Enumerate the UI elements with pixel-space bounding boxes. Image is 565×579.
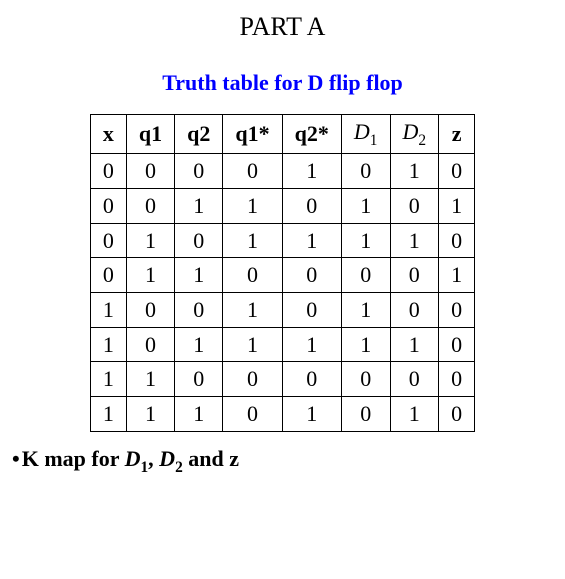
col-q2star: q2* [282,115,341,154]
cell: 1 [90,362,126,397]
cell: 0 [282,258,341,293]
table-row: 0 1 1 0 0 0 0 1 [90,258,474,293]
table-body: 0 0 0 0 1 0 1 0 0 0 1 1 0 1 0 1 0 1 0 1 … [90,154,474,432]
cell: 1 [439,258,475,293]
cell: 1 [341,188,390,223]
cell: 0 [341,397,390,432]
cell: 0 [175,223,223,258]
cell: 1 [341,292,390,327]
cell: 0 [390,362,439,397]
cell: 0 [175,292,223,327]
cell: 1 [126,362,174,397]
cell: 1 [390,327,439,362]
cell: 1 [282,327,341,362]
cell: 0 [223,362,282,397]
cell: 0 [126,154,174,189]
cell: 1 [223,292,282,327]
cell: 0 [90,154,126,189]
cell: 1 [341,223,390,258]
col-q1star: q1* [223,115,282,154]
col-z: z [439,115,475,154]
cell: 0 [175,154,223,189]
cell: 0 [390,292,439,327]
kmap-heading: •K map for D1, D2 and z [12,446,557,476]
cell: 0 [126,327,174,362]
cell: 1 [175,258,223,293]
cell: 0 [90,258,126,293]
table-row: 1 0 1 1 1 1 1 0 [90,327,474,362]
cell: 0 [282,188,341,223]
cell: 0 [282,362,341,397]
cell: 0 [341,154,390,189]
cell: 1 [126,397,174,432]
cell: 1 [390,223,439,258]
cell: 0 [390,258,439,293]
cell: 1 [439,188,475,223]
cell: 0 [282,292,341,327]
cell: 0 [90,223,126,258]
cell: 1 [175,397,223,432]
cell: 0 [439,292,475,327]
table-row: 0 1 0 1 1 1 1 0 [90,223,474,258]
table-row: 0 0 0 0 1 0 1 0 [90,154,474,189]
cell: 1 [223,188,282,223]
truth-table: x q1 q2 q1* q2* D1 D2 z 0 0 0 0 1 0 1 0 … [90,114,475,432]
cell: 0 [341,258,390,293]
cell: 0 [90,188,126,223]
cell: 0 [126,188,174,223]
table-row: 1 0 0 1 0 1 0 0 [90,292,474,327]
truth-table-title: Truth table for D flip flop [8,70,557,96]
part-title: PART A [8,12,557,42]
cell: 0 [341,362,390,397]
cell: 1 [90,397,126,432]
bullet-icon: • [12,446,20,471]
cell: 1 [90,292,126,327]
cell: 1 [126,223,174,258]
cell: 1 [223,327,282,362]
cell: 1 [390,397,439,432]
cell: 1 [341,327,390,362]
col-x: x [90,115,126,154]
col-q2: q2 [175,115,223,154]
cell: 0 [223,154,282,189]
cell: 1 [282,397,341,432]
table-row: 1 1 1 0 1 0 1 0 [90,397,474,432]
table-row: 0 0 1 1 0 1 0 1 [90,188,474,223]
cell: 0 [439,397,475,432]
cell: 0 [390,188,439,223]
cell: 1 [390,154,439,189]
cell: 0 [439,327,475,362]
cell: 0 [439,362,475,397]
table-header-row: x q1 q2 q1* q2* D1 D2 z [90,115,474,154]
cell: 1 [282,223,341,258]
cell: 0 [223,258,282,293]
col-d1: D1 [341,115,390,154]
cell: 0 [439,223,475,258]
cell: 0 [439,154,475,189]
cell: 1 [223,223,282,258]
cell: 1 [126,258,174,293]
cell: 0 [126,292,174,327]
col-q1: q1 [126,115,174,154]
cell: 1 [282,154,341,189]
cell: 0 [223,397,282,432]
col-d2: D2 [390,115,439,154]
cell: 1 [175,327,223,362]
cell: 0 [175,362,223,397]
cell: 1 [175,188,223,223]
table-row: 1 1 0 0 0 0 0 0 [90,362,474,397]
cell: 1 [90,327,126,362]
